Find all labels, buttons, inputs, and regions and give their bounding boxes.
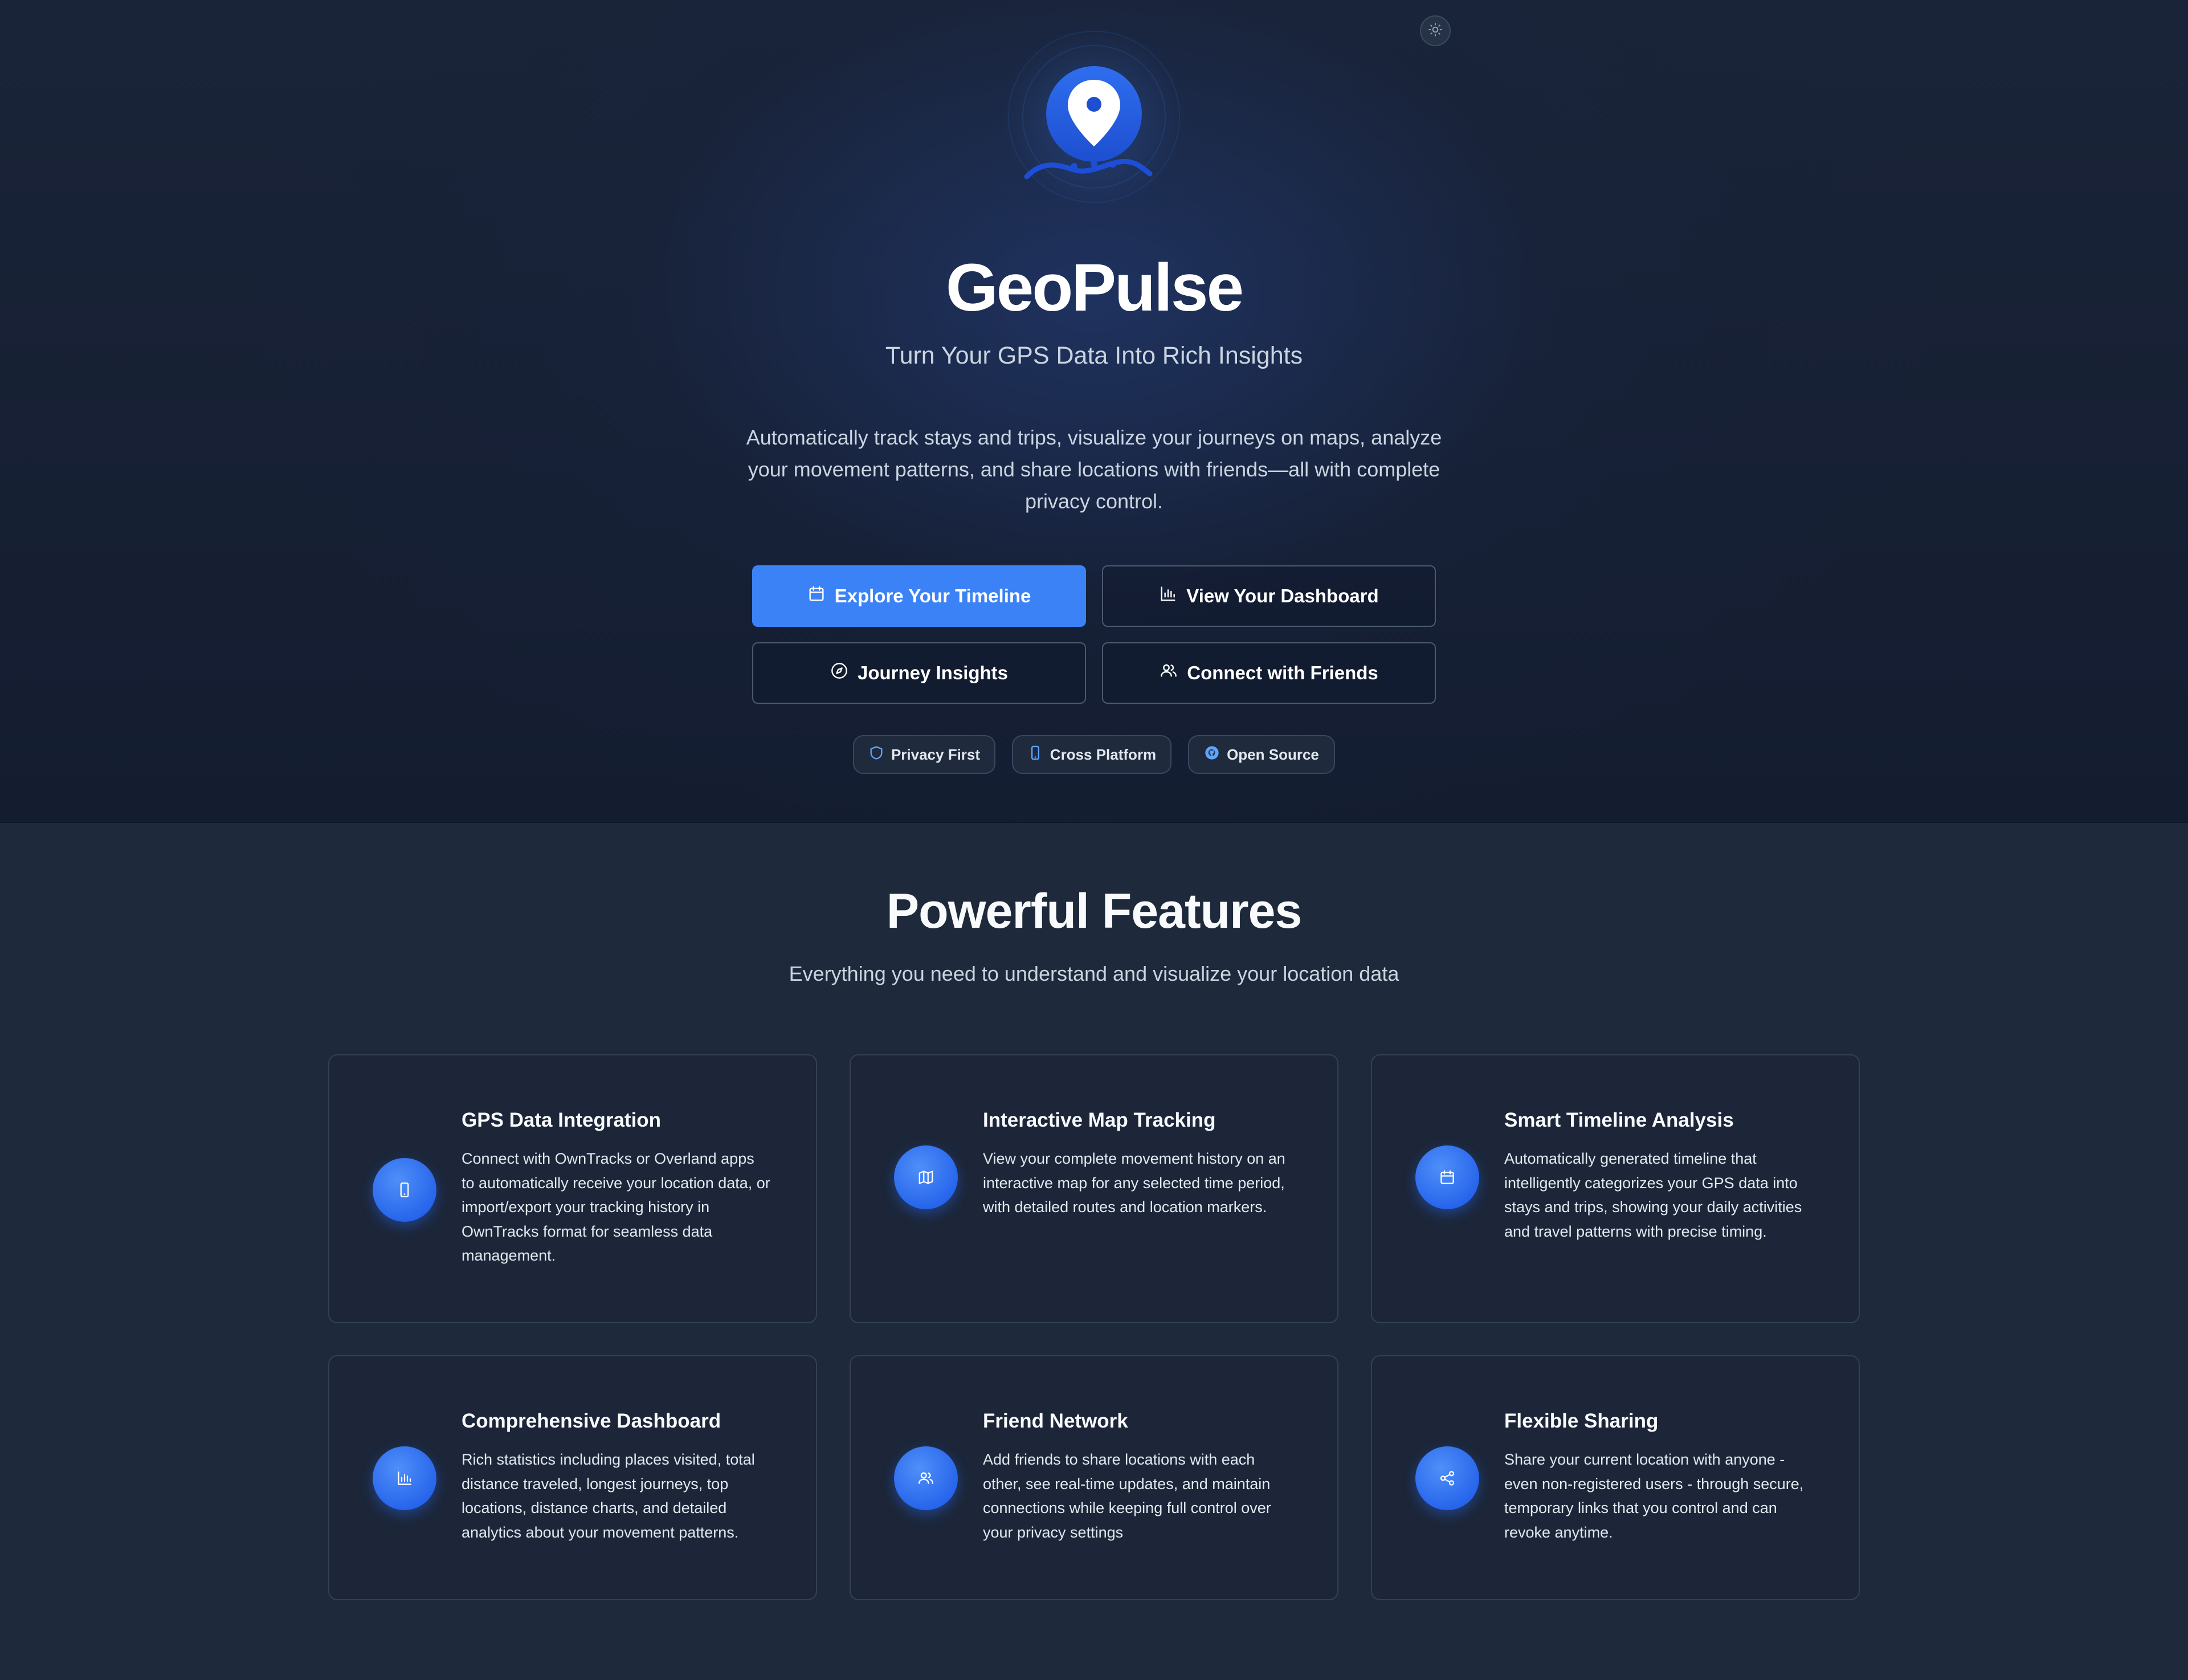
share-icon xyxy=(1415,1446,1479,1510)
cross-platform-label: Cross Platform xyxy=(1050,745,1157,763)
open-source-label: Open Source xyxy=(1227,745,1319,763)
open-source-badge: Open Source xyxy=(1188,735,1335,774)
feature-card-title: Flexible Sharing xyxy=(1504,1410,1659,1432)
hero-tagline: Turn Your GPS Data Into Rich Insights xyxy=(885,342,1303,369)
hero-section: GeoPulse Turn Your GPS Data Into Rich In… xyxy=(0,0,2188,823)
github-icon xyxy=(1204,745,1220,765)
bar-chart-icon xyxy=(373,1446,436,1510)
features-title: Powerful Features xyxy=(886,884,1303,939)
feature-card-dashboard: Comprehensive Dashboard Rich statistics … xyxy=(328,1355,817,1600)
view-dashboard-label: View Your Dashboard xyxy=(1186,585,1379,606)
compass-icon xyxy=(830,662,848,684)
explore-timeline-button[interactable]: Explore Your Timeline xyxy=(752,565,1086,627)
feature-card-title: Friend Network xyxy=(983,1410,1128,1432)
view-dashboard-button[interactable]: View Your Dashboard xyxy=(1102,565,1436,627)
app-logo xyxy=(997,23,1191,211)
feature-card-title: GPS Data Integration xyxy=(462,1109,662,1131)
connect-friends-button[interactable]: Connect with Friends xyxy=(1102,642,1436,704)
feature-card-friends: Friend Network Add friends to share loca… xyxy=(850,1355,1338,1600)
bar-chart-icon xyxy=(1159,585,1177,607)
feature-card-text: Connect with OwnTracks or Overland apps … xyxy=(462,1150,770,1264)
features-subtitle: Everything you need to understand and vi… xyxy=(789,962,1399,985)
theme-toggle-button[interactable] xyxy=(1420,15,1451,46)
feature-card-text: Automatically generated timeline that in… xyxy=(1504,1150,1802,1240)
map-icon xyxy=(894,1145,958,1209)
users-icon xyxy=(894,1446,958,1510)
feature-card-sharing: Flexible Sharing Share your current loca… xyxy=(1371,1355,1860,1600)
calendar-icon xyxy=(1415,1145,1479,1209)
hero-description: Automatically track stays and trips, vis… xyxy=(746,426,1442,513)
explore-timeline-label: Explore Your Timeline xyxy=(834,585,1031,606)
feature-card-text: Share your current location with anyone … xyxy=(1504,1451,1804,1541)
feature-card-title: Interactive Map Tracking xyxy=(983,1109,1216,1131)
mobile-icon xyxy=(373,1158,436,1222)
cross-platform-badge: Cross Platform xyxy=(1012,735,1171,774)
feature-card-title: Smart Timeline Analysis xyxy=(1504,1109,1734,1131)
shield-icon xyxy=(868,745,884,765)
feature-card-text: Rich statistics including places visited… xyxy=(462,1451,755,1541)
privacy-first-badge: Privacy First xyxy=(853,735,995,774)
connect-friends-label: Connect with Friends xyxy=(1187,662,1378,683)
calendar-icon xyxy=(807,585,826,607)
feature-card-title: Comprehensive Dashboard xyxy=(462,1410,721,1432)
feature-card-gps: GPS Data Integration Connect with OwnTra… xyxy=(328,1054,817,1323)
feature-card-text: View your complete movement history on a… xyxy=(983,1150,1285,1216)
journey-insights-button[interactable]: Journey Insights xyxy=(752,642,1086,704)
feature-card-map: Interactive Map Tracking View your compl… xyxy=(850,1054,1338,1323)
sun-icon xyxy=(1428,22,1443,40)
app-title: GeoPulse xyxy=(945,250,1244,325)
mobile-icon xyxy=(1027,745,1043,765)
features-section: Powerful Features Everything you need to… xyxy=(0,823,2188,1680)
privacy-first-label: Privacy First xyxy=(891,745,981,763)
feature-card-text: Add friends to share locations with each… xyxy=(983,1451,1271,1541)
journey-insights-label: Journey Insights xyxy=(857,662,1009,683)
feature-card-timeline: Smart Timeline Analysis Automatically ge… xyxy=(1371,1054,1860,1323)
users-icon xyxy=(1160,662,1178,684)
